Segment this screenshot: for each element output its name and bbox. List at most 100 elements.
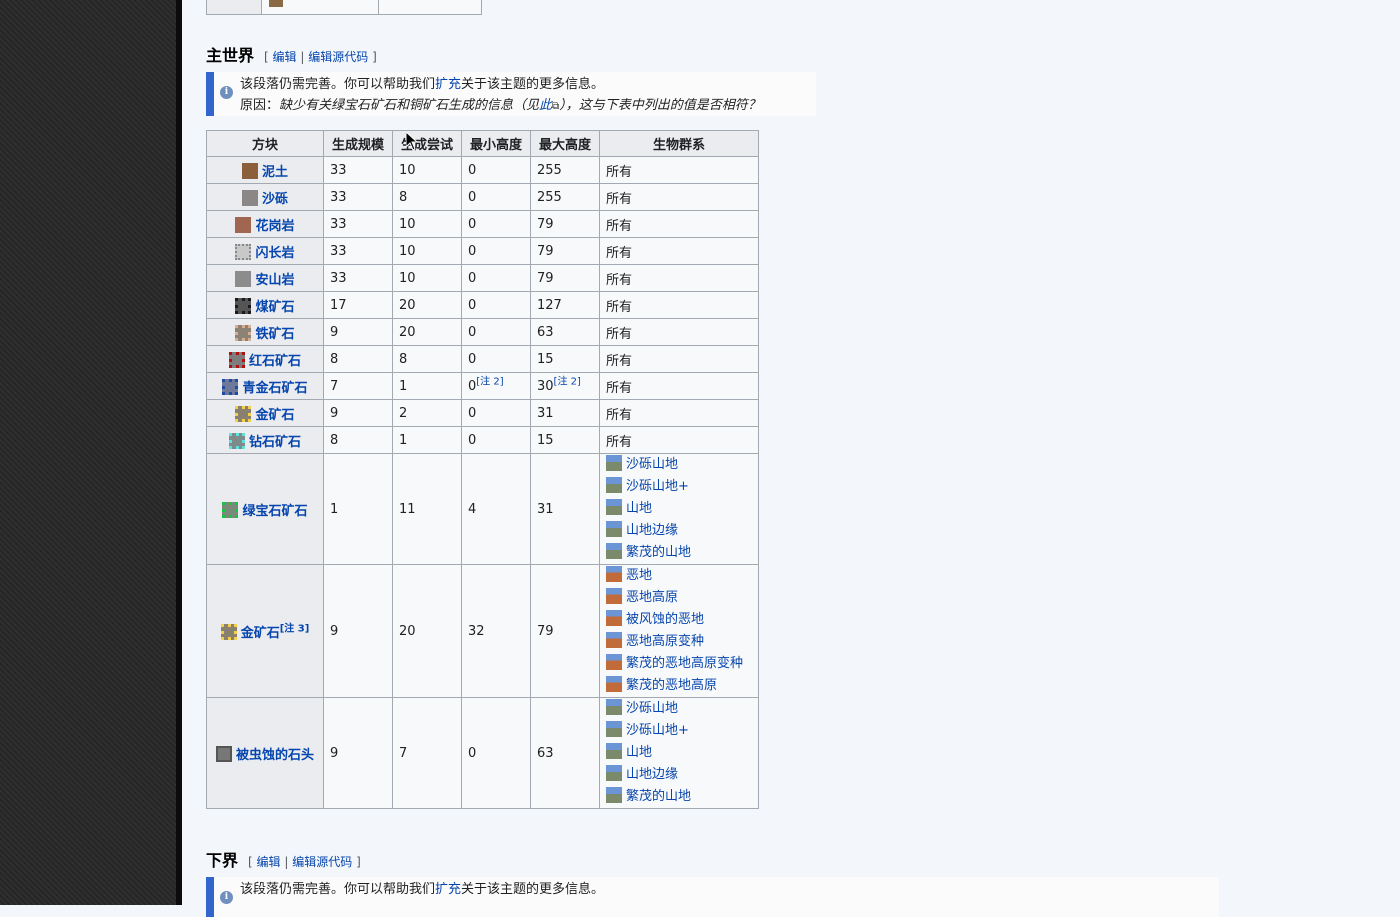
tries-cell: 8 [392,183,462,211]
block-icon[interactable] [235,297,252,314]
biome-item: 山地边缘 [606,520,752,542]
biome-icon[interactable] [606,543,622,559]
block-link[interactable]: 泥土 [262,165,288,180]
biome-cell: 所有 [599,345,759,373]
block-link[interactable]: 煤矿石 [255,300,294,315]
block-link[interactable]: 被虫蚀的石头 [236,748,314,763]
footnote-link[interactable]: [注 2] [476,376,503,387]
biome-link[interactable]: 沙砾山地 [626,457,678,472]
tries-cell: 20 [392,291,462,319]
biome-link[interactable]: 繁茂的恶地高原变种 [626,656,743,671]
biome-cell: 所有 [599,237,759,265]
max-height-cell: 63 [530,318,600,346]
section-heading-overworld: 主世界 [ 编辑 | 编辑源代码 ] [206,42,377,66]
biome-link[interactable]: 繁茂的山地 [626,789,691,804]
max-height-cell: 79 [530,564,600,698]
block-link[interactable]: 闪长岩 [255,246,294,261]
biome-link[interactable]: 沙砾山地+ [626,723,689,738]
biome-icon[interactable] [606,588,622,604]
block-icon[interactable] [222,501,239,518]
block-link[interactable]: 花岗岩 [255,219,294,234]
table-header-row: 方块 生成规模 生成尝试 最小高度 最大高度 生物群系 [206,130,759,157]
edit-link[interactable]: 编辑 [273,50,297,64]
table-row: 煤矿石 17 20 0 127 所有 [206,291,759,319]
block-link[interactable]: 金矿石 [255,408,294,423]
biome-icon[interactable] [606,499,622,515]
biome-icon[interactable] [606,743,622,759]
biome-item: 沙砾山地+ [606,476,752,498]
block-icon[interactable] [241,189,258,206]
biome-icon[interactable] [606,477,622,493]
block-link[interactable]: 红石矿石 [249,354,301,369]
tries-cell: 1 [392,372,462,400]
biome-cell: 所有 [599,264,759,292]
block-link[interactable]: 安山岩 [255,273,294,288]
reason-link[interactable]: 此 [539,98,552,113]
size-cell: 9 [323,318,393,346]
block-link[interactable]: 青金石矿石 [242,381,307,396]
biome-link[interactable]: 山地边缘 [626,523,678,538]
biome-icon[interactable] [606,455,622,471]
block-link[interactable]: 铁矿石 [255,327,294,342]
footnote-link[interactable]: [注 3] [280,623,310,634]
biome-icon[interactable] [606,521,622,537]
block-link[interactable]: 沙砾 [262,192,288,207]
tries-cell: 10 [392,264,462,292]
biome-icon[interactable] [606,787,622,803]
table-row: 铁矿石 9 20 0 63 所有 [206,318,759,346]
biome-link[interactable]: 恶地高原 [626,590,678,605]
expand-section-notice: i 该段落仍需完善。你可以帮助我们扩充关于该主题的更多信息。 原因：缺少有关绿宝… [206,72,816,116]
size-cell: 8 [323,345,393,373]
biome-icon[interactable] [606,699,622,715]
biome-link[interactable]: 繁茂的恶地高原 [626,678,717,693]
biome-item: 繁茂的山地 [606,542,752,564]
biome-link[interactable]: 沙砾山地 [626,701,678,716]
block-icon[interactable] [235,216,252,233]
block-icon[interactable] [235,270,252,287]
article-content: 主世界 [ 编辑 | 编辑源代码 ] i 该段落仍需完善。你可以帮助我们扩充关于… [182,0,1400,917]
biome-icon[interactable] [606,610,622,626]
biome-icon[interactable] [606,632,622,648]
expand-link[interactable]: 扩充 [435,882,461,897]
biome-link[interactable]: 沙砾山地+ [626,479,689,494]
biome-link[interactable]: 恶地高原变种 [626,634,704,649]
block-icon[interactable] [241,162,258,179]
max-height-cell: 255 [530,156,600,184]
block-icon[interactable] [220,623,237,640]
edit-link[interactable]: 编辑 [257,855,281,869]
biome-icon[interactable] [606,654,622,670]
block-icon[interactable] [228,432,245,449]
biome-icon[interactable] [606,676,622,692]
biome-icon[interactable] [606,566,622,582]
block-icon[interactable] [235,405,252,422]
expand-link[interactable]: 扩充 [435,77,461,92]
min-height-cell: 4 [461,453,531,565]
block-cell: 煤矿石 [206,291,324,319]
max-height-cell: 127 [530,291,600,319]
edit-source-link[interactable]: 编辑源代码 [308,50,368,64]
biome-icon[interactable] [606,721,622,737]
biome-link[interactable]: 恶地 [626,568,652,583]
min-height-cell: 0 [461,345,531,373]
biome-link[interactable]: 被风蚀的恶地 [626,612,704,627]
block-icon[interactable] [235,243,252,260]
biome-link[interactable]: 山地边缘 [626,767,678,782]
block-link[interactable]: 绿宝石矿石 [242,504,307,519]
biome-link[interactable]: 山地 [626,745,652,760]
min-height-cell: 0 [461,264,531,292]
block-link[interactable]: 钻石矿石 [249,435,301,450]
size-cell: 9 [323,697,393,809]
block-icon[interactable] [228,351,245,368]
block-icon[interactable] [235,324,252,341]
block-icon[interactable] [222,378,239,395]
biome-icon[interactable] [606,765,622,781]
block-link[interactable]: 金矿石 [241,626,280,641]
block-cell: 沙砾 [206,183,324,211]
min-height-cell: 0 [461,426,531,454]
block-icon[interactable] [215,745,232,762]
footnote-link[interactable]: [注 2] [554,376,581,387]
edit-source-link[interactable]: 编辑源代码 [292,855,352,869]
biome-link[interactable]: 繁茂的山地 [626,545,691,560]
biome-link[interactable]: 山地 [626,501,652,516]
column-header: 生成尝试 [392,130,462,157]
